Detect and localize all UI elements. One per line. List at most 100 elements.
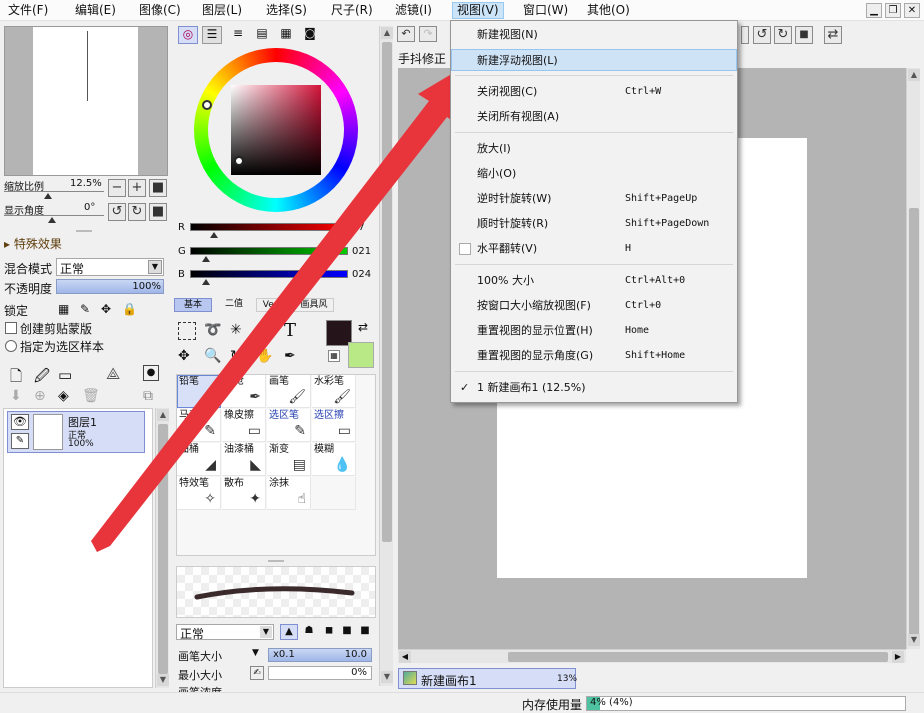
- shape-rounded-icon[interactable]: ■: [338, 624, 356, 640]
- undo-icon[interactable]: ↶: [397, 26, 415, 42]
- menu-item-close-all-views[interactable]: 关闭所有视图(A): [451, 106, 737, 128]
- rotate-tool-icon[interactable]: ↻: [230, 348, 242, 364]
- minimize-icon[interactable]: ▁: [866, 3, 882, 18]
- saturation-value-square[interactable]: [231, 85, 321, 175]
- chevron-down-icon[interactable]: ▼: [252, 648, 259, 658]
- lock-transparency-icon[interactable]: ▦: [58, 302, 69, 316]
- menu-ruler[interactable]: 尺子(R): [327, 2, 377, 19]
- opacity-bar[interactable]: 100%: [56, 279, 164, 294]
- min-size-bar[interactable]: 0%: [268, 666, 372, 680]
- menu-item-new-view[interactable]: 新建视图(N): [451, 24, 737, 46]
- menu-layer[interactable]: 图层(L): [198, 2, 246, 19]
- shape-triangle-icon[interactable]: ▲: [280, 624, 298, 640]
- menu-item-flip-horizontal[interactable]: 水平翻转(V) H: [451, 238, 737, 260]
- menu-edit[interactable]: 编辑(E): [71, 2, 120, 19]
- restore-icon[interactable]: ❐: [885, 3, 901, 18]
- swap-colors-icon[interactable]: ⇄: [358, 320, 368, 334]
- canvas-hscrollbar[interactable]: ◀ ▶: [398, 649, 906, 663]
- menu-file[interactable]: 文件(F): [4, 2, 52, 19]
- lock-move-icon[interactable]: ✥: [101, 302, 111, 316]
- scroll-up-icon[interactable]: ▲: [908, 69, 920, 81]
- sv-cursor[interactable]: [234, 156, 244, 166]
- g-slider[interactable]: [190, 247, 348, 255]
- panel-scrollbar[interactable]: ▲ ▼: [379, 26, 393, 686]
- selection-sample-checkbox[interactable]: [5, 340, 17, 352]
- tool-select-pen[interactable]: 选区笔 ✎: [267, 409, 311, 442]
- canvas-tab[interactable]: 新建画布1 13%: [398, 668, 577, 689]
- bucket-select-icon[interactable]: ●: [256, 322, 268, 338]
- transfer-layer-icon[interactable]: ⟁: [106, 364, 120, 384]
- rotate-reset-icon[interactable]: ■: [795, 26, 813, 44]
- menu-item-canvas-1[interactable]: ✓ 1 新建画布1 (12.5%): [451, 377, 737, 399]
- menu-item-actual-size[interactable]: 100% 大小 Ctrl+Alt+0: [451, 270, 737, 292]
- menu-item-zoom-out[interactable]: 缩小(O): [451, 163, 737, 185]
- move-icon[interactable]: ✥: [178, 348, 190, 364]
- brush-size-mult[interactable]: x0.1: [273, 649, 295, 660]
- tool-gradient[interactable]: 渐变 ▤: [267, 443, 311, 476]
- layer-copy-icon[interactable]: ⧉: [143, 388, 153, 404]
- merge-down-icon[interactable]: ⬇: [10, 388, 22, 404]
- color-wheel-tab-icon[interactable]: ◎: [178, 26, 198, 44]
- tool-empty-slot[interactable]: [312, 477, 356, 510]
- secondary-color-swatch[interactable]: [348, 342, 374, 368]
- r-slider-handle[interactable]: [210, 232, 218, 238]
- menu-item-new-floating-view[interactable]: 新建浮动视图(L): [451, 49, 737, 71]
- scroll-down-icon[interactable]: ▼: [381, 671, 393, 683]
- hand-tool-icon[interactable]: ✋: [256, 348, 273, 364]
- rect-select-icon[interactable]: [178, 322, 196, 340]
- eye-icon[interactable]: 👁: [11, 414, 29, 430]
- menu-image[interactable]: 图像(C): [135, 2, 185, 19]
- menu-item-zoom-in[interactable]: 放大(I): [451, 138, 737, 160]
- lasso-icon[interactable]: ➰: [204, 322, 221, 338]
- rotate-ccw-button[interactable]: ↺: [108, 203, 126, 221]
- flip-horizontal-icon[interactable]: ⇄: [824, 26, 842, 44]
- shape-square-icon[interactable]: ■: [356, 624, 374, 640]
- lock-all-icon[interactable]: 🔒: [122, 302, 137, 316]
- tab-binary[interactable]: 二值: [216, 298, 252, 312]
- flip-checkbox[interactable]: [459, 243, 471, 255]
- zoom-out-button[interactable]: −: [108, 179, 126, 197]
- merge-all-icon[interactable]: ⊕: [34, 388, 46, 404]
- pressure-icon[interactable]: ✍: [250, 666, 264, 680]
- trash-icon[interactable]: 🗑: [82, 388, 100, 404]
- r-value[interactable]: 37: [352, 222, 365, 233]
- menu-item-reset-angle[interactable]: 重置视图的显示角度(G) Shift+Home: [451, 345, 737, 367]
- effects-header[interactable]: ▸ 特殊效果: [4, 235, 62, 252]
- hue-cursor[interactable]: [202, 100, 212, 110]
- canvas-vscroll-thumb[interactable]: [909, 208, 919, 638]
- angle-value[interactable]: 0°: [84, 202, 95, 213]
- g-value[interactable]: 021: [352, 246, 371, 257]
- swatch-tab-icon[interactable]: ▦: [276, 26, 296, 44]
- layer-row[interactable]: 👁 ✎ 图层1 正常 100%: [7, 411, 145, 453]
- zoom-tool-icon[interactable]: 🔍: [204, 348, 221, 364]
- menu-filter[interactable]: 滤镜(I): [391, 2, 436, 19]
- zoom-slider[interactable]: [4, 191, 104, 192]
- zoom-value[interactable]: 12.5%: [70, 178, 102, 189]
- eyedropper-icon[interactable]: ✒: [284, 348, 296, 364]
- tool-scatter[interactable]: 散布 ✦: [222, 477, 266, 510]
- panel-divider[interactable]: [76, 230, 92, 232]
- angle-slider[interactable]: [4, 215, 104, 216]
- tool-blur[interactable]: 模糊 💧: [312, 443, 356, 476]
- g-slider-handle[interactable]: [202, 256, 210, 262]
- tab-painterly[interactable]: 画具风: [294, 298, 334, 312]
- rotate-cw-button[interactable]: ↻: [128, 203, 146, 221]
- mixer-tab-icon[interactable]: ▤: [252, 26, 272, 44]
- redo-icon[interactable]: ↷: [419, 26, 437, 42]
- new-folder-icon[interactable]: ▭: [58, 366, 72, 384]
- brush-mode-select[interactable]: 正常 ▼: [176, 624, 274, 641]
- r-slider[interactable]: [190, 223, 348, 231]
- tool-effect-pen[interactable]: 特效笔 ✧: [177, 477, 221, 510]
- zoom-in-button[interactable]: +: [128, 179, 146, 197]
- scroll-thumb[interactable]: [158, 424, 168, 674]
- tool-panel-divider[interactable]: [268, 560, 284, 562]
- b-slider[interactable]: [190, 270, 348, 278]
- tool-eraser[interactable]: 橡皮擦 ▭: [222, 409, 266, 442]
- menu-item-rotate-ccw[interactable]: 逆时针旋转(W) Shift+PageUp: [451, 188, 737, 210]
- canvas-hscroll-thumb[interactable]: [508, 652, 888, 662]
- menu-select[interactable]: 选择(S): [262, 2, 311, 19]
- clip-checkbox[interactable]: [5, 322, 17, 334]
- zoom-slider-handle[interactable]: [44, 193, 52, 199]
- scroll-right-icon[interactable]: ▶: [892, 651, 904, 663]
- hsv-slider-tab-icon[interactable]: ≡: [228, 26, 248, 44]
